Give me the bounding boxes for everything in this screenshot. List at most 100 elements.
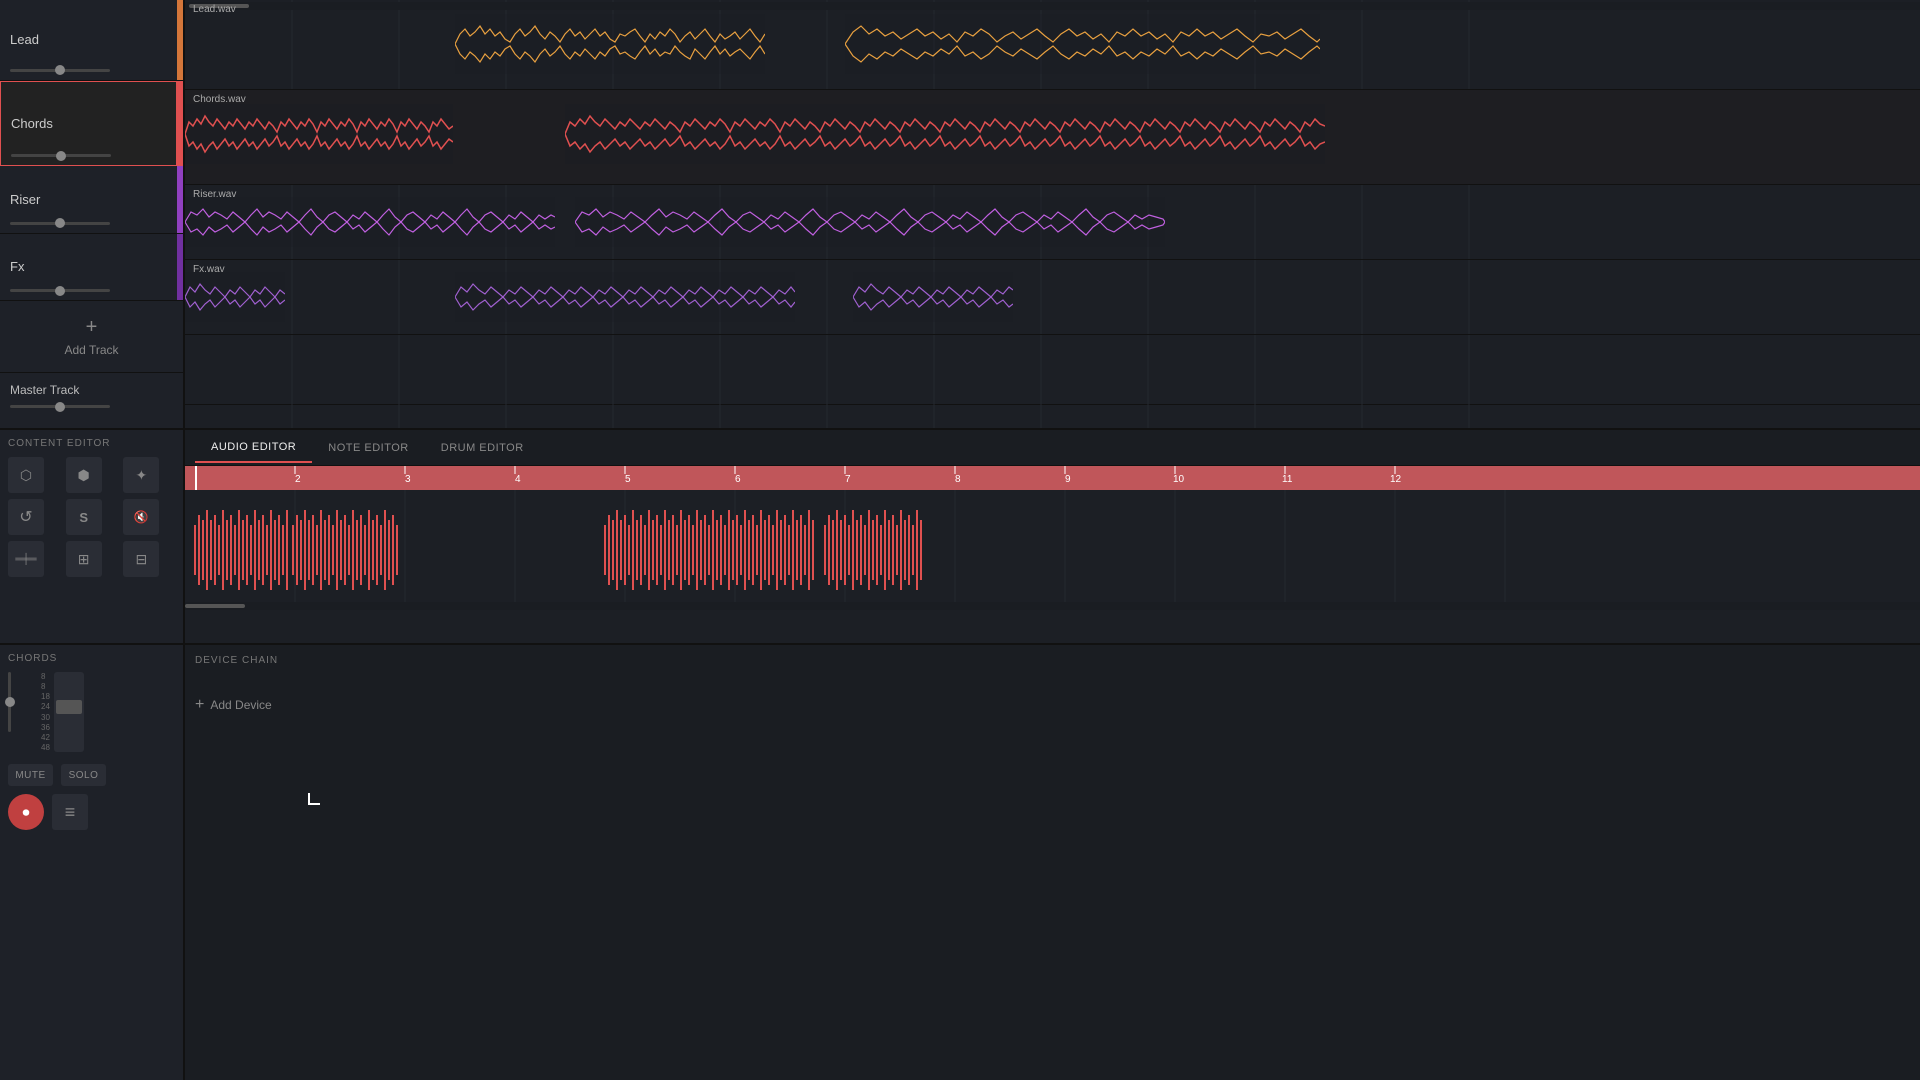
riser-clip-2[interactable] [575, 197, 1165, 247]
riser-color-bar [177, 166, 183, 232]
add-device-plus-icon: + [195, 696, 204, 714]
content-editor-label: CONTENT EDITOR [8, 438, 175, 449]
mute-icon-btn[interactable]: 🔇 [123, 499, 159, 535]
consolidate-icon-btn[interactable]: ⬢ [66, 457, 102, 493]
bottom-icons: ⏺ ≡ [8, 794, 175, 830]
svg-text:3: 3 [405, 474, 411, 485]
svg-text:2: 2 [295, 474, 301, 485]
tab-note-editor[interactable]: NOTE EDITOR [312, 434, 424, 462]
remove-grid-icon-btn[interactable]: ⊟ [123, 541, 159, 577]
mixer-icon-btn[interactable]: ≡ [52, 794, 88, 830]
horizontal-scroll-area[interactable] [185, 2, 1920, 10]
fader-thumb[interactable] [56, 700, 82, 714]
fx-clip-label: Fx.wav [193, 264, 225, 275]
playhead[interactable] [195, 466, 197, 490]
svg-text:9: 9 [1065, 474, 1071, 485]
svg-text:5: 5 [625, 474, 631, 485]
svg-text:10: 10 [1173, 474, 1185, 485]
chords-vertical-slider[interactable] [8, 672, 11, 732]
chords-color-bar [176, 82, 182, 165]
svg-text:7: 7 [845, 474, 851, 485]
riser-volume-slider[interactable] [10, 222, 110, 225]
audio-scroll-thumb[interactable] [185, 604, 245, 608]
device-chain-panel: DEVICE CHAIN + Add Device [185, 645, 1920, 1080]
chords-volume-slider[interactable] [11, 154, 111, 157]
db-scale: 8 8 18 24 30 36 42 48 [41, 672, 50, 752]
eq-icon-btn[interactable]: ═╪═ [8, 541, 44, 577]
audio-ruler: 2 3 4 5 6 7 8 9 10 11 12 [185, 466, 1920, 490]
lead-clip-1[interactable] [455, 14, 765, 74]
track-header-chords: Chords [0, 81, 183, 166]
chords-timeline-track: Chords.wav [185, 90, 1920, 185]
chords-track-name: Chords [11, 116, 53, 131]
chords-volume-slider-container [8, 672, 11, 752]
fx-track-name: Fx [10, 259, 24, 274]
mute-button[interactable]: MUTE [8, 764, 53, 786]
loop-icon-btn[interactable]: ↺ [8, 499, 44, 535]
svg-text:8: 8 [955, 474, 961, 485]
chords-clip-label: Chords.wav [193, 94, 246, 105]
lead-color-bar [177, 0, 183, 80]
chords-section-label: CHORDS [8, 653, 175, 664]
fx-clip-2[interactable] [455, 272, 795, 322]
chords-clip-1[interactable] [185, 104, 453, 164]
riser-track-name: Riser [10, 192, 40, 207]
track-header-lead: Lead [0, 0, 183, 81]
svg-text:4: 4 [515, 474, 521, 485]
riser-clip-label: Riser.wav [193, 189, 236, 200]
empty-timeline-area [185, 335, 1920, 405]
split-icon-btn[interactable]: ✦ [123, 457, 159, 493]
fx-volume-slider[interactable] [10, 289, 110, 292]
audio-editor-scroll[interactable] [185, 602, 1920, 610]
content-editor-panel: CONTENT EDITOR ⬡ ⬢ ✦ ↺ S 🔇 ═╪═ ⊞ ⊟ [0, 430, 185, 643]
lead-clip-label: Lead.wav [193, 4, 236, 15]
chords-panel: CHORDS 8 8 18 24 30 36 42 48 [0, 645, 185, 1080]
lead-clip-2[interactable] [845, 14, 1320, 74]
fx-clip-1[interactable] [185, 272, 285, 322]
add-track-label: Add Track [64, 343, 118, 357]
chords-controls-area: 8 8 18 24 30 36 42 48 [8, 672, 175, 752]
audio-editor-panel: AUDIO EDITOR NOTE EDITOR DRUM EDITOR 2 3… [185, 430, 1920, 643]
track-header-riser: Riser [0, 166, 183, 233]
riser-clip-1[interactable] [185, 197, 555, 247]
record-button[interactable]: ⏺ [8, 794, 44, 830]
chords-slider-thumb[interactable] [5, 697, 15, 707]
ruler-svg: 2 3 4 5 6 7 8 9 10 11 12 [185, 466, 1920, 490]
lead-volume-slider[interactable] [10, 69, 110, 72]
svg-text:11: 11 [1282, 474, 1293, 485]
timeline-area: Lead.wav Chords.wav [185, 0, 1920, 428]
track-header-fx: Fx [0, 234, 183, 301]
tab-audio-editor[interactable]: AUDIO EDITOR [195, 433, 312, 463]
audio-clip-label: Chords.wav [193, 494, 246, 505]
add-device-label: Add Device [210, 698, 271, 712]
duplicate-icon-btn[interactable]: ⬡ [8, 457, 44, 493]
audio-waveform-area: Chords.wav [185, 490, 1920, 610]
solo-button[interactable]: SOLO [61, 764, 106, 786]
cursor-indicator [308, 793, 320, 805]
add-track-plus-icon: + [86, 316, 98, 339]
fx-color-bar [177, 234, 183, 300]
device-chain-label: DEVICE CHAIN [195, 655, 1910, 666]
master-track-section: Master Track [0, 372, 183, 428]
audio-editor-content: 2 3 4 5 6 7 8 9 10 11 12 [185, 466, 1920, 643]
chords-clip-2[interactable] [565, 104, 1325, 164]
content-editor-icons: ⬡ ⬢ ✦ ↺ S 🔇 ═╪═ ⊞ ⊟ [8, 457, 175, 577]
add-device-button[interactable]: + Add Device [195, 696, 1910, 714]
stretch-icon-btn[interactable]: S [66, 499, 102, 535]
fx-clip-3[interactable] [853, 272, 1013, 322]
track-headers-panel: Lead Chords Riser Fx + Add Track [0, 0, 185, 428]
master-volume-slider[interactable] [10, 405, 110, 408]
chords-fader-area: 8 8 18 24 30 36 42 48 [41, 672, 84, 752]
channel-fader[interactable] [54, 672, 84, 752]
grid-icon-btn[interactable]: ⊞ [66, 541, 102, 577]
add-track-button[interactable]: + Add Track [0, 301, 183, 372]
editor-tabs: AUDIO EDITOR NOTE EDITOR DRUM EDITOR [185, 430, 1920, 466]
master-track-label: Master Track [10, 383, 173, 397]
svg-text:6: 6 [735, 474, 741, 485]
fx-timeline-track: Fx.wav [185, 260, 1920, 335]
mute-solo-row: MUTE SOLO [8, 764, 175, 786]
riser-timeline-track: Riser.wav [185, 185, 1920, 260]
svg-text:12: 12 [1390, 474, 1402, 485]
tab-drum-editor[interactable]: DRUM EDITOR [425, 434, 540, 462]
lead-track-name: Lead [10, 32, 39, 47]
